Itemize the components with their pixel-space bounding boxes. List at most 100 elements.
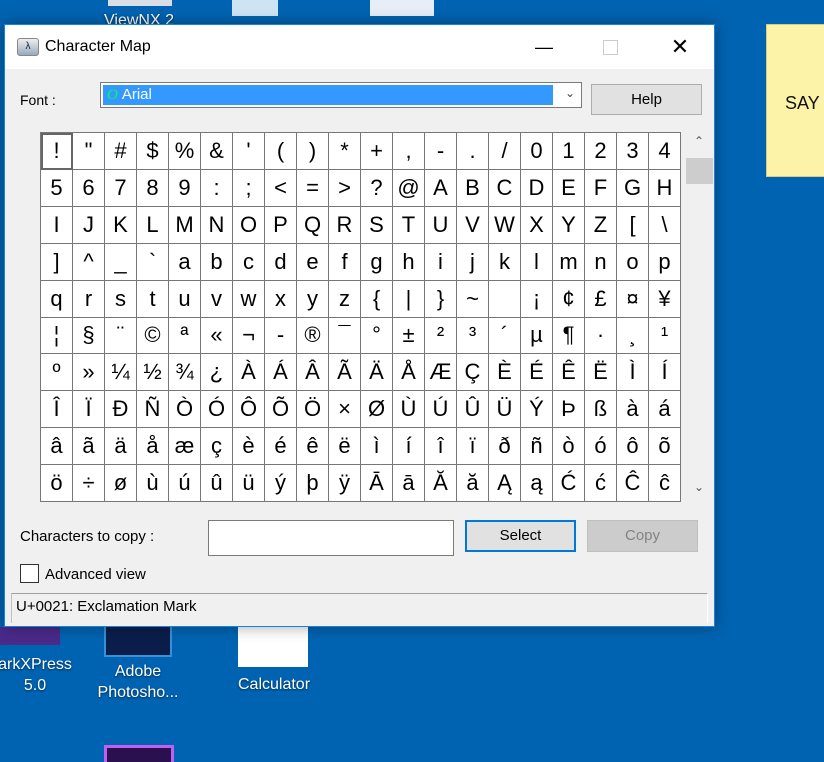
character-cell[interactable]: < xyxy=(265,169,297,207)
character-cell[interactable]: - xyxy=(265,317,297,355)
character-cell[interactable]: ª xyxy=(169,317,201,355)
character-cell[interactable]: W xyxy=(489,206,521,244)
character-cell[interactable]: Ï xyxy=(73,391,105,429)
character-cell[interactable]: 2 xyxy=(585,133,617,170)
character-cell[interactable]: ò xyxy=(553,428,585,466)
desktop-shortcut-icon[interactable] xyxy=(370,0,434,16)
character-cell[interactable]: X xyxy=(521,206,553,244)
photoshop-icon[interactable] xyxy=(104,627,172,657)
character-cell[interactable]: # xyxy=(105,133,137,170)
character-cell[interactable]: » xyxy=(73,354,105,392)
character-cell[interactable]: © xyxy=(137,317,169,355)
character-cell[interactable]: O xyxy=(233,206,265,244)
character-cell[interactable]: à xyxy=(617,391,649,429)
character-cell[interactable]: Ø xyxy=(361,391,393,429)
character-cell[interactable]: 7 xyxy=(105,169,137,207)
character-cell[interactable]: è xyxy=(233,428,265,466)
character-cell[interactable]: r xyxy=(73,280,105,318)
character-cell[interactable]: Ă xyxy=(425,465,457,502)
character-cell[interactable]: ) xyxy=(297,133,329,170)
character-cell[interactable]: Q xyxy=(297,206,329,244)
character-cell[interactable]: H xyxy=(649,169,681,207)
character-cell[interactable]: q xyxy=(41,280,73,318)
character-cell[interactable]: Ü xyxy=(489,391,521,429)
character-cell[interactable]: ¿ xyxy=(201,354,233,392)
desktop-app-icon[interactable] xyxy=(104,745,174,762)
font-dropdown[interactable]: O Arial ⌄ xyxy=(100,82,582,108)
character-cell[interactable]: ¥ xyxy=(649,280,681,318)
character-cell[interactable]: « xyxy=(201,317,233,355)
character-cell[interactable]: L xyxy=(137,206,169,244)
character-cell[interactable]: l xyxy=(521,243,553,281)
character-cell[interactable]: + xyxy=(361,133,393,170)
character-cell[interactable]: n xyxy=(585,243,617,281)
character-cell[interactable]: ¯ xyxy=(329,317,361,355)
desktop-icon-quarkxpress[interactable]: arkXPress 5.0 xyxy=(0,654,80,696)
character-cell[interactable]: ½ xyxy=(137,354,169,392)
character-cell[interactable]: Ā xyxy=(361,465,393,502)
character-cell[interactable]: " xyxy=(73,133,105,170)
character-cell[interactable]: ° xyxy=(361,317,393,355)
character-cell[interactable]: G xyxy=(617,169,649,207)
character-cell[interactable]: i xyxy=(425,243,457,281)
character-cell[interactable]: É xyxy=(521,354,553,392)
character-cell[interactable]: ¶ xyxy=(553,317,585,355)
character-cell[interactable]: ù xyxy=(137,465,169,502)
character-cell[interactable]: A xyxy=(425,169,457,207)
character-cell[interactable]: P xyxy=(265,206,297,244)
character-cell[interactable]: ] xyxy=(41,243,73,281)
character-cell[interactable]: æ xyxy=(169,428,201,466)
character-cell[interactable]: Ô xyxy=(233,391,265,429)
character-cell[interactable]: F xyxy=(585,169,617,207)
character-cell[interactable]: ± xyxy=(393,317,425,355)
character-cell[interactable]: ³ xyxy=(457,317,489,355)
chevron-down-icon[interactable]: ⌄ xyxy=(565,86,575,100)
character-cell[interactable]: µ xyxy=(521,317,553,355)
character-cell[interactable]: º xyxy=(41,354,73,392)
character-cell[interactable]: ¡ xyxy=(521,280,553,318)
advanced-view-label[interactable]: Advanced view xyxy=(45,566,146,583)
character-cell[interactable]: S xyxy=(361,206,393,244)
character-cell[interactable]: ì xyxy=(361,428,393,466)
character-cell[interactable]: 4 xyxy=(649,133,681,170)
character-cell[interactable]: 3 xyxy=(617,133,649,170)
character-cell[interactable]: ( xyxy=(265,133,297,170)
character-cell[interactable]: % xyxy=(169,133,201,170)
character-cell[interactable]: $ xyxy=(137,133,169,170)
scroll-up-icon[interactable]: ⌃ xyxy=(684,134,714,154)
character-cell[interactable]: Þ xyxy=(553,391,585,429)
character-cell[interactable]: Á xyxy=(265,354,297,392)
character-cell[interactable]: Ë xyxy=(585,354,617,392)
character-cell[interactable]: ö xyxy=(41,465,73,502)
character-cell[interactable]: f xyxy=(329,243,361,281)
character-cell[interactable]: = xyxy=(297,169,329,207)
desktop-shortcut-icon[interactable] xyxy=(232,0,278,16)
character-cell[interactable]: õ xyxy=(649,428,681,466)
character-cell[interactable]: ê xyxy=(297,428,329,466)
character-cell[interactable]: å xyxy=(137,428,169,466)
character-cell[interactable]: ï xyxy=(457,428,489,466)
character-cell[interactable]: E xyxy=(553,169,585,207)
character-cell[interactable]: À xyxy=(233,354,265,392)
character-cell[interactable]: Ð xyxy=(105,391,137,429)
character-cell[interactable]: ² xyxy=(425,317,457,355)
character-cell[interactable]: û xyxy=(201,465,233,502)
character-cell[interactable]: ô xyxy=(617,428,649,466)
character-cell[interactable]: e xyxy=(297,243,329,281)
character-cell[interactable]: ý xyxy=(265,465,297,502)
character-cell[interactable]: ø xyxy=(105,465,137,502)
character-cell[interactable]: ĉ xyxy=(649,465,681,502)
character-cell[interactable]: b xyxy=(201,243,233,281)
character-cell[interactable]: ! xyxy=(41,133,73,170)
character-cell[interactable]: ü xyxy=(233,465,265,502)
character-cell[interactable]: m xyxy=(553,243,585,281)
character-cell[interactable]: ` xyxy=(137,243,169,281)
character-cell[interactable]: ú xyxy=(169,465,201,502)
character-cell[interactable]: 8 xyxy=(137,169,169,207)
character-cell[interactable]: * xyxy=(329,133,361,170)
character-cell[interactable]: { xyxy=(361,280,393,318)
character-cell[interactable]: Í xyxy=(649,354,681,392)
calculator-icon[interactable] xyxy=(238,627,308,667)
character-cell[interactable]: Æ xyxy=(425,354,457,392)
character-cell[interactable]: ´ xyxy=(489,317,521,355)
